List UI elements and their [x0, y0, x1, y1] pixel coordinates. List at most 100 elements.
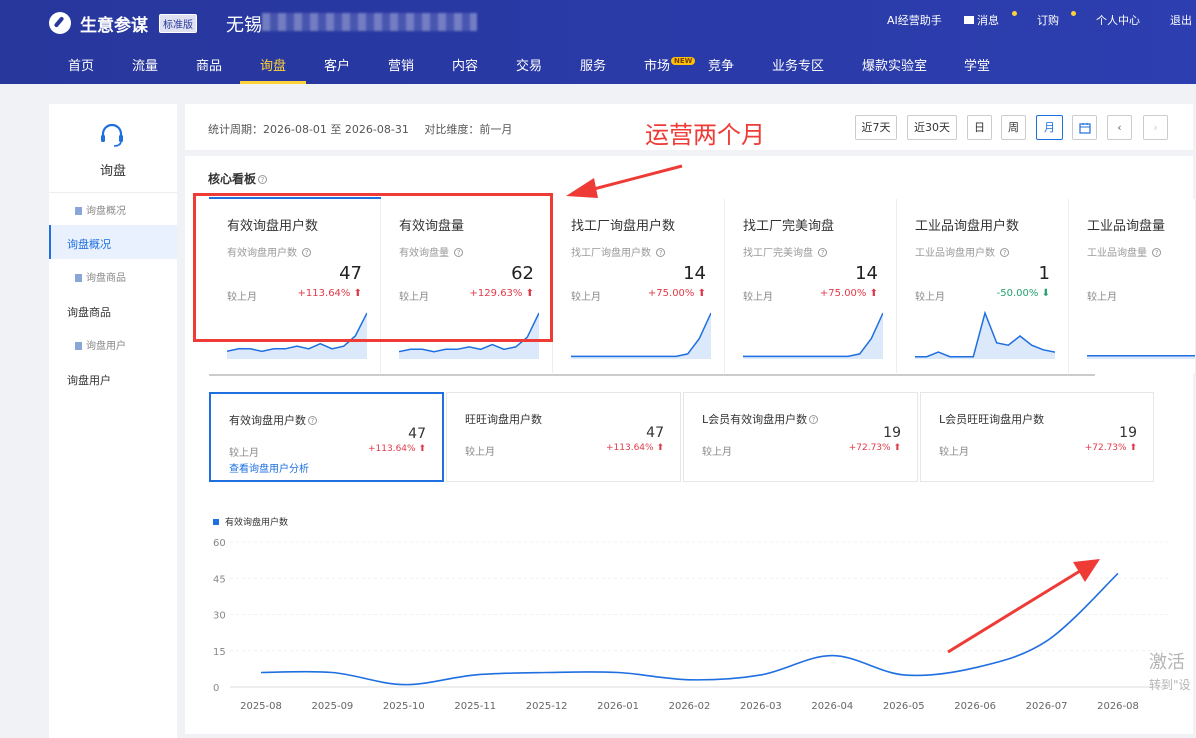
view-user-analysis-link[interactable]: 查看询盘用户分析	[229, 460, 309, 475]
doc-icon	[75, 274, 82, 282]
cards-scrollbar[interactable]	[209, 374, 1095, 376]
sidebar-item-users[interactable]: 询盘用户	[67, 372, 111, 388]
sidebar-title: 询盘	[99, 164, 126, 179]
help-icon[interactable]: ?	[809, 415, 819, 424]
nav-customers[interactable]: 客户	[324, 55, 350, 74]
sidebar-sub-users[interactable]: 询盘用户	[75, 337, 126, 352]
nav-competition[interactable]: 竞争	[708, 55, 734, 74]
prev-button[interactable]: ‹	[1107, 115, 1132, 140]
nav-marketing[interactable]: 营销	[388, 55, 414, 74]
change-text: +75.00%	[819, 288, 867, 299]
btn-day[interactable]: 日	[967, 115, 992, 140]
metric-card-industrial-inquiry-count[interactable]: 工业品询盘量 工业品询盘量 ? 较上月	[1069, 199, 1196, 373]
next-button[interactable]: ›	[1143, 115, 1168, 140]
sparkline	[1087, 354, 1195, 359]
nav-content[interactable]: 内容	[452, 55, 478, 74]
nav-business-zone[interactable]: 业务专区	[772, 55, 824, 74]
sub-card-l-member-valid[interactable]: L会员有效询盘用户数? 19 较上月 +72.73% ⬆	[683, 392, 918, 482]
sub-card-l-member-wangwang[interactable]: L会员旺旺询盘用户数 19 较上月 +72.73% ⬆	[920, 392, 1154, 482]
sidebar-item-products[interactable]: 询盘商品	[67, 304, 111, 320]
panel-title: 核心看板?	[208, 170, 268, 187]
shop-name-blur	[262, 13, 477, 31]
chevron-right-icon: ›	[1153, 121, 1158, 134]
sub-card-title: 旺旺询盘用户数	[465, 413, 542, 426]
card-subtitle-text: 找工厂完美询盘	[743, 248, 813, 259]
card-title: 工业品询盘量	[1087, 219, 1166, 234]
chart-legend[interactable]: 有效询盘用户数	[213, 515, 288, 528]
app-logo[interactable]: 生意参谋	[80, 11, 148, 36]
help-icon[interactable]: ?	[1152, 248, 1162, 257]
sidebar-sub-products[interactable]: 询盘商品	[75, 269, 126, 284]
btn-30days[interactable]: 近30天	[907, 115, 957, 140]
subscribe-dot	[1071, 11, 1076, 16]
nav-products[interactable]: 商品	[196, 55, 222, 74]
nav-service[interactable]: 服务	[580, 55, 606, 74]
sub-card-valid-users[interactable]: 有效询盘用户数? 47 较上月 +113.64% ⬆ 查看询盘用户分析	[209, 392, 444, 482]
nav-hot-lab[interactable]: 爆款实验室	[862, 55, 927, 74]
annotation-text: 运营两个月	[645, 121, 765, 149]
change-text: +113.64%	[605, 443, 654, 453]
sub-card-value: 47	[646, 425, 664, 441]
card-compare-label: 较上月	[743, 292, 773, 303]
sub-card-wangwang-users[interactable]: 旺旺询盘用户数 47 较上月 +113.64% ⬆	[446, 392, 681, 482]
sidebar-sub-overview[interactable]: 询盘概况	[75, 202, 126, 217]
nav-market[interactable]: 市场	[644, 55, 670, 74]
arrow-up-icon: ⬆	[656, 443, 664, 453]
card-subtitle: 工业品询盘用户数 ?	[915, 244, 1010, 259]
highlight-box	[193, 193, 553, 342]
sub-card-title: 有效询盘用户数?	[229, 412, 317, 428]
nav-traffic[interactable]: 流量	[132, 55, 158, 74]
watermark-line2: 转到"设	[1149, 678, 1191, 692]
sub-card-value: 19	[1119, 425, 1137, 441]
arrow-down-icon: ⬇	[1041, 288, 1050, 299]
sub-card-label: 较上月	[465, 447, 495, 458]
nav-academy[interactable]: 学堂	[964, 55, 990, 74]
nav-inquiry[interactable]: 询盘	[260, 55, 286, 74]
sub-card-value: 47	[408, 426, 426, 442]
sub-card-change: +72.73% ⬆	[1085, 443, 1137, 453]
nav-trade[interactable]: 交易	[516, 55, 542, 74]
main-nav: 首页 流量 商品 询盘 客户 营销 内容 交易 服务 市场 竞争 业务专区 爆款…	[0, 52, 1196, 84]
btn-week[interactable]: 周	[1001, 115, 1026, 140]
subscribe-link[interactable]: 订购	[1037, 12, 1059, 28]
card-value: 1	[1038, 263, 1050, 284]
card-change: +75.00% ⬆	[820, 288, 878, 299]
legend-label: 有效询盘用户数	[225, 518, 289, 528]
help-icon[interactable]: ?	[656, 248, 666, 257]
watermark-line1: 激活	[1149, 652, 1185, 673]
sub-card-title-text: 有效询盘用户数	[229, 414, 306, 427]
calendar-icon	[1078, 123, 1091, 134]
help-icon[interactable]: ?	[258, 175, 268, 184]
card-title: 工业品询盘用户数	[915, 219, 1020, 234]
compass-logo-icon	[49, 12, 71, 34]
help-icon[interactable]: ?	[308, 416, 317, 425]
sub-card-change: +113.64% ⬆	[606, 443, 664, 453]
edition-badge: 标准版	[159, 14, 197, 33]
messages-link[interactable]: 消息	[964, 12, 999, 28]
top-header: 生意参谋 标准版 无锡 AI经营助手 消息 订购 个人中心 退出 首页 流量 商…	[0, 0, 1196, 84]
period-value: 2026-08-01 至 2026-08-31	[263, 123, 409, 136]
help-icon[interactable]: ?	[1000, 248, 1010, 257]
btn-7days[interactable]: 近7天	[855, 115, 897, 140]
sub-card-change: +113.64% ⬆	[368, 444, 426, 454]
change-text: -50.00%	[996, 288, 1039, 299]
metric-card-factory-perfect-inquiry[interactable]: 找工厂完美询盘 找工厂完美询盘 ? 14 较上月 +75.00% ⬆	[725, 199, 897, 373]
profile-link[interactable]: 个人中心	[1096, 12, 1140, 28]
sidebar-item-overview[interactable]: 询盘概况	[67, 236, 111, 252]
sub-card-label: 较上月	[229, 448, 259, 459]
sidebar-divider	[49, 192, 177, 193]
calendar-button[interactable]	[1072, 115, 1097, 140]
sidebar-sub-label: 询盘用户	[86, 341, 126, 352]
sub-card-title-text: L会员有效询盘用户数	[702, 413, 808, 426]
metric-card-industrial-inquiry-users[interactable]: 工业品询盘用户数 工业品询盘用户数 ? 1 较上月 -50.00% ⬇	[897, 199, 1069, 373]
ai-assistant-link[interactable]: AI经营助手	[887, 12, 942, 28]
compare-value: 前一月	[479, 123, 513, 136]
nav-home[interactable]: 首页	[68, 55, 94, 74]
btn-month[interactable]: 月	[1036, 115, 1063, 140]
sidebar-sub-label: 询盘商品	[86, 273, 126, 284]
logout-link[interactable]: 退出	[1170, 12, 1192, 28]
metric-card-factory-inquiry-users[interactable]: 找工厂询盘用户数 找工厂询盘用户数 ? 14 较上月 +75.00% ⬆	[553, 199, 725, 373]
change-text: +113.64%	[367, 444, 416, 454]
chevron-left-icon: ‹	[1117, 121, 1122, 134]
help-icon[interactable]: ?	[818, 248, 828, 257]
